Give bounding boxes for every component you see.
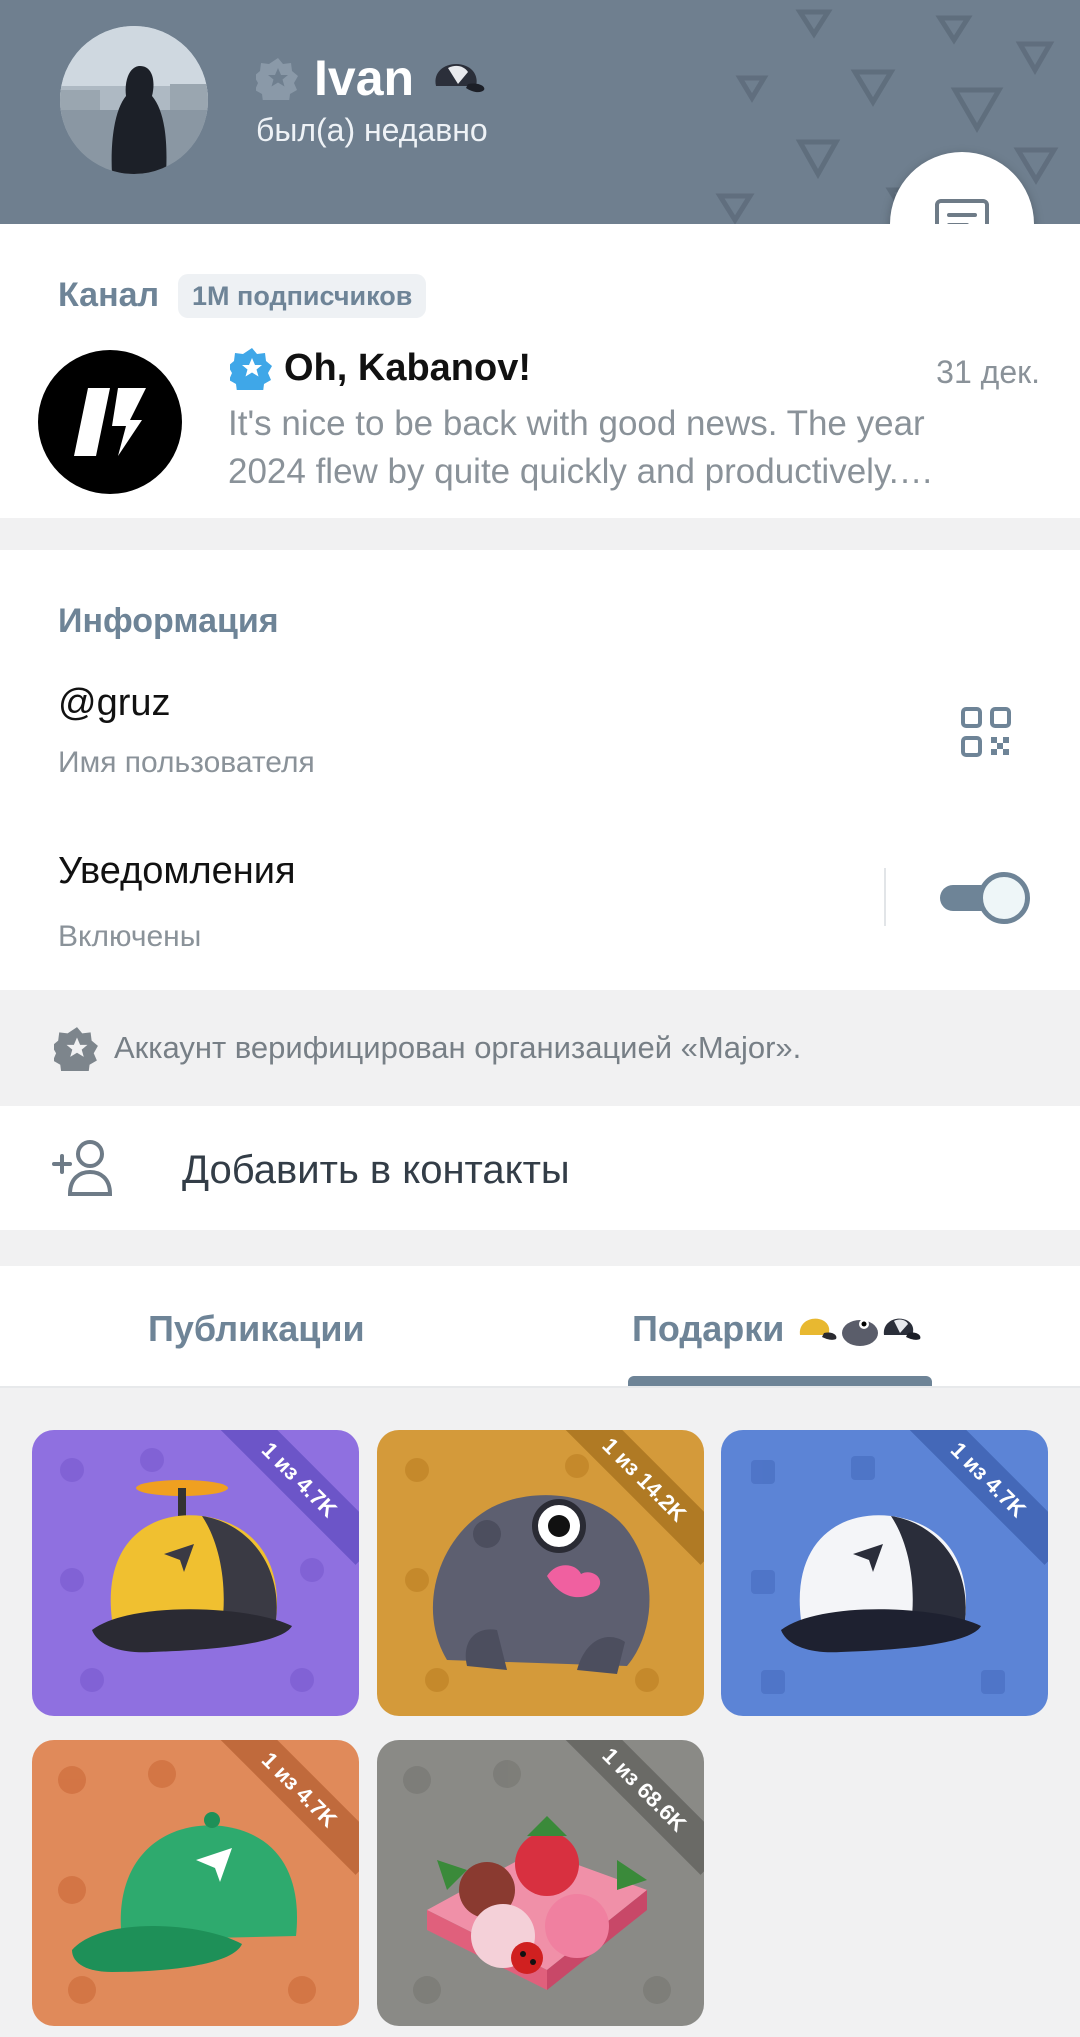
verified-badge-icon <box>256 58 298 100</box>
channel-title-row: Oh, Kabanov! <box>230 346 531 390</box>
channel-section-label: Канал <box>58 276 160 314</box>
org-verified-icon <box>54 1027 98 1071</box>
gift-card[interactable]: 1 из 4.7K <box>32 1430 359 1716</box>
username-value[interactable]: @gruz <box>58 682 171 725</box>
add-contact-label: Добавить в контакты <box>182 1148 570 1192</box>
gift-card[interactable]: 1 из 4.7K <box>32 1740 359 2026</box>
vertical-divider <box>884 868 886 926</box>
active-tab-indicator <box>628 1376 932 1386</box>
verification-text: Аккаунт верифицирован организацией «Majo… <box>114 1030 802 1065</box>
verification-note: Аккаунт верифицирован организацией «Majo… <box>0 990 1080 1106</box>
notifications-toggle[interactable] <box>936 872 1030 924</box>
channel-post-date: 31 дек. <box>936 354 1040 390</box>
gift-card[interactable]: 1 из 4.7K <box>721 1430 1048 1716</box>
gift-card[interactable]: 1 из 68.6K <box>377 1740 704 2026</box>
channel-avatar <box>38 350 182 494</box>
channel-card[interactable]: Канал 1M подписчиков Oh, Kabanov! 31 дек… <box>0 224 1080 518</box>
info-section-label: Информация <box>58 602 279 640</box>
tab-gifts-label: Подарки <box>632 1308 785 1349</box>
qr-code-icon[interactable] <box>960 706 1012 758</box>
preview-line-2: 2024 flew by quite quickly and productiv… <box>228 452 934 491</box>
toggle-knob <box>978 872 1030 924</box>
info-card: Информация @gruz Имя пользователя Уведом… <box>0 550 1080 990</box>
last-seen-status: был(а) недавно <box>256 112 488 148</box>
gift-card[interactable]: 1 из 14.2K <box>377 1430 704 1716</box>
channel-title: Oh, Kabanov! <box>284 346 532 389</box>
channel-post-preview: It's nice to be back with good news. The… <box>228 400 1028 496</box>
notifications-state: Включены <box>58 920 202 953</box>
channel-logo-icon <box>74 388 146 456</box>
gift-preview-icons <box>800 1318 921 1346</box>
preview-line-1: It's nice to be back with good news. The… <box>228 404 925 443</box>
name-row: Ivan <box>256 48 486 108</box>
add-contact-icon <box>52 1140 113 1196</box>
username-label: Имя пользователя <box>58 746 315 779</box>
profile-name: Ivan <box>314 50 415 106</box>
subscribers-badge: 1M подписчиков <box>178 274 427 318</box>
avatar[interactable] <box>60 26 208 174</box>
tab-publications[interactable]: Публикации <box>148 1308 365 1350</box>
profile-tabs: Публикации Подарки <box>0 1266 1080 1388</box>
channel-verified-icon <box>230 348 272 390</box>
notifications-title: Уведомления <box>58 850 296 892</box>
cap-emoji-icon <box>435 64 485 93</box>
tab-gifts[interactable]: Подарки <box>632 1308 922 1350</box>
add-contact-row[interactable]: Добавить в контакты <box>0 1106 1080 1230</box>
